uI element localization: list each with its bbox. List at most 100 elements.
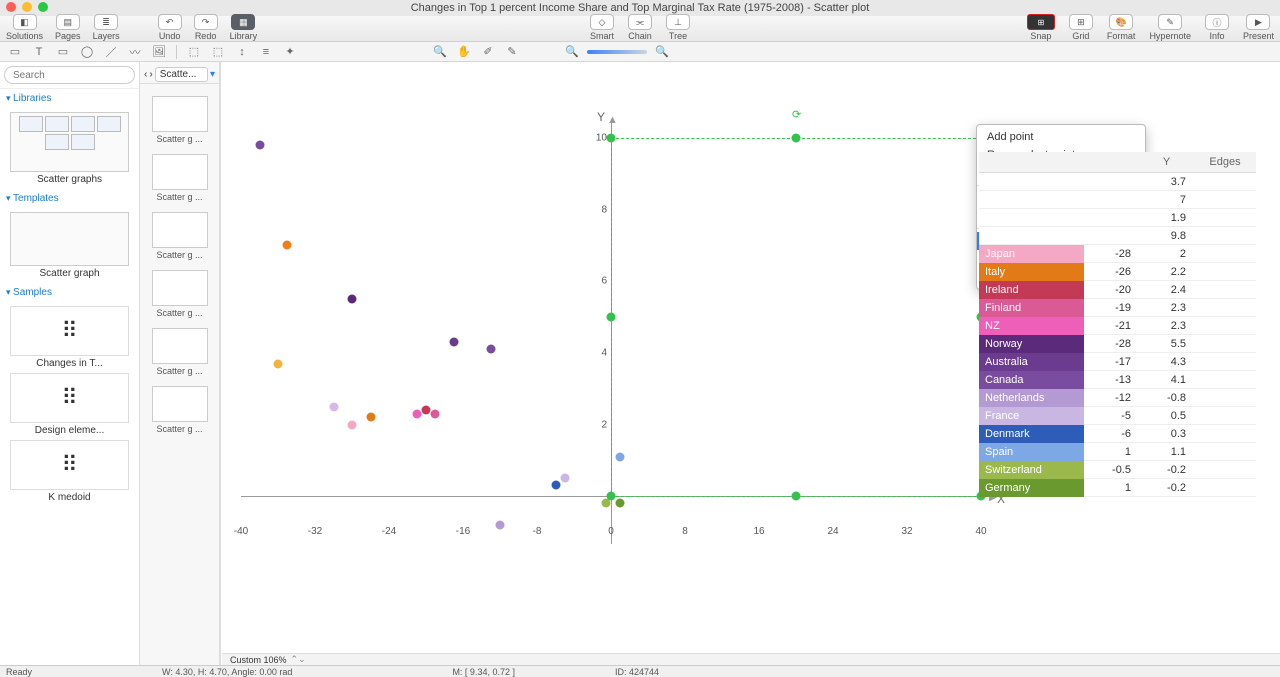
- nav-thumb[interactable]: Scatter g ...: [150, 386, 210, 434]
- nav-thumb[interactable]: Scatter g ...: [150, 212, 210, 260]
- template-item-scatter-graph[interactable]: Scatter graph: [10, 212, 129, 279]
- table-row[interactable]: Canada -13 4.1: [979, 371, 1256, 389]
- rotate-handle-icon[interactable]: ⟳: [792, 108, 801, 121]
- data-point[interactable]: [449, 338, 458, 347]
- selection-handle[interactable]: [607, 133, 616, 142]
- table-row[interactable]: Denmark -6 0.3: [979, 425, 1256, 443]
- ungroup-tool[interactable]: ⬚: [209, 44, 227, 60]
- data-point[interactable]: [496, 520, 505, 529]
- smart-button[interactable]: ◇Smart: [590, 14, 614, 41]
- snap-button[interactable]: ⊞Snap: [1027, 14, 1055, 41]
- data-point[interactable]: [348, 420, 357, 429]
- templates-section[interactable]: Templates: [0, 189, 139, 208]
- nav-fwd-icon[interactable]: ›: [149, 69, 152, 80]
- window-controls[interactable]: [6, 2, 48, 12]
- close-icon[interactable]: [6, 2, 16, 12]
- selection-handle[interactable]: [607, 492, 616, 501]
- zoom-fit-icon[interactable]: 🔍: [653, 44, 671, 60]
- wand-tool[interactable]: ✦: [281, 44, 299, 60]
- tree-button[interactable]: ⊥Tree: [666, 14, 690, 41]
- table-row[interactable]: Switzerland -0.5 -0.2: [979, 461, 1256, 479]
- data-point[interactable]: [255, 141, 264, 150]
- data-point[interactable]: [616, 452, 625, 461]
- data-point[interactable]: [616, 499, 625, 508]
- info-button[interactable]: ⓘInfo: [1205, 14, 1229, 41]
- table-row[interactable]: Germany 1 -0.2: [979, 479, 1256, 497]
- polyline-tool[interactable]: 〰: [126, 44, 144, 60]
- data-point[interactable]: [274, 359, 283, 368]
- data-point[interactable]: [551, 481, 560, 490]
- order-tool[interactable]: ↕: [233, 44, 251, 60]
- grid-button[interactable]: ⊞Grid: [1069, 14, 1093, 41]
- zoom-icon[interactable]: [38, 2, 48, 12]
- nav-dropdown-icon[interactable]: ▾: [210, 69, 215, 80]
- data-point[interactable]: [486, 345, 495, 354]
- line-tool[interactable]: ／: [102, 44, 120, 60]
- zoom-in-icon[interactable]: 🔍: [431, 44, 449, 60]
- present-button[interactable]: ▶Present: [1243, 14, 1274, 41]
- data-point[interactable]: [348, 295, 357, 304]
- data-point[interactable]: [412, 409, 421, 418]
- zoom-slider[interactable]: [587, 50, 647, 54]
- table-row[interactable]: 7: [979, 191, 1256, 209]
- table-row[interactable]: Ireland -20 2.4: [979, 281, 1256, 299]
- chevron-updown-icon[interactable]: ⌃⌄: [291, 654, 306, 665]
- format-button[interactable]: 🎨Format: [1107, 14, 1136, 41]
- table-row[interactable]: Finland -19 2.3: [979, 299, 1256, 317]
- table-row[interactable]: NZ -21 2.3: [979, 317, 1256, 335]
- libraries-section[interactable]: Libraries: [0, 89, 139, 108]
- sample-item[interactable]: ⠿Design eleme...: [10, 373, 129, 436]
- ellipse-tool[interactable]: ◯: [78, 44, 96, 60]
- data-point[interactable]: [283, 241, 292, 250]
- dropper-tool[interactable]: ✐: [479, 44, 497, 60]
- table-row[interactable]: Australia -17 4.3: [979, 353, 1256, 371]
- pages-button[interactable]: ▤Pages: [55, 14, 81, 41]
- data-point[interactable]: [329, 402, 338, 411]
- data-point[interactable]: [366, 413, 375, 422]
- layers-button[interactable]: ≣Layers: [93, 14, 120, 41]
- data-point[interactable]: [560, 474, 569, 483]
- chain-button[interactable]: ⫘Chain: [628, 14, 652, 41]
- undo-button[interactable]: ↶Undo: [158, 14, 182, 41]
- nav-thumb[interactable]: Scatter g ...: [150, 154, 210, 202]
- nav-thumb[interactable]: Scatter g ...: [150, 328, 210, 376]
- eyedropper-tool[interactable]: ✎: [503, 44, 521, 60]
- group-tool[interactable]: ⬚: [185, 44, 203, 60]
- data-point[interactable]: [422, 406, 431, 415]
- table-row[interactable]: 3.7: [979, 173, 1256, 191]
- text-tool[interactable]: T: [30, 44, 48, 60]
- table-row[interactable]: 1.9: [979, 209, 1256, 227]
- rect-tool[interactable]: ▭: [54, 44, 72, 60]
- nav-crumb[interactable]: Scatte...: [155, 67, 208, 82]
- pan-tool[interactable]: ✋: [455, 44, 473, 60]
- selection-handle[interactable]: [792, 133, 801, 142]
- data-point[interactable]: [431, 409, 440, 418]
- canvas[interactable]: ▲▶YX-40-32-24-16-80816243240246810⟳Add p…: [220, 62, 1280, 665]
- table-row[interactable]: 9.8: [979, 227, 1256, 245]
- nav-thumb[interactable]: Scatter g ...: [150, 270, 210, 318]
- nav-thumb[interactable]: Scatter g ...: [150, 96, 210, 144]
- menu-item[interactable]: Add point: [977, 128, 1145, 146]
- align-tool[interactable]: ≡: [257, 44, 275, 60]
- minimize-icon[interactable]: [22, 2, 32, 12]
- table-row[interactable]: Japan -28 2: [979, 245, 1256, 263]
- selection-handle[interactable]: [607, 313, 616, 322]
- table-row[interactable]: Norway -28 5.5: [979, 335, 1256, 353]
- solutions-button[interactable]: ◧Solutions: [6, 14, 43, 41]
- sample-item[interactable]: ⠿K medoid: [10, 440, 129, 503]
- selection-handle[interactable]: [792, 492, 801, 501]
- zoom-select[interactable]: Custom 106%: [230, 655, 287, 665]
- samples-section[interactable]: Samples: [0, 283, 139, 302]
- table-row[interactable]: Italy -26 2.2: [979, 263, 1256, 281]
- table-row[interactable]: Netherlands -12 -0.8: [979, 389, 1256, 407]
- sample-item[interactable]: ⠿Changes in T...: [10, 306, 129, 369]
- zoom-out-icon[interactable]: 🔍: [563, 44, 581, 60]
- library-button[interactable]: ▦Library: [230, 14, 258, 41]
- nav-back-icon[interactable]: ‹: [144, 69, 147, 80]
- table-row[interactable]: France -5 0.5: [979, 407, 1256, 425]
- redo-button[interactable]: ↷Redo: [194, 14, 218, 41]
- image-tool[interactable]: 🖼: [150, 44, 168, 60]
- library-item-scatter-graphs[interactable]: Scatter graphs: [10, 112, 129, 185]
- cursor-tool[interactable]: ▭: [6, 44, 24, 60]
- table-row[interactable]: Spain 1 1.1: [979, 443, 1256, 461]
